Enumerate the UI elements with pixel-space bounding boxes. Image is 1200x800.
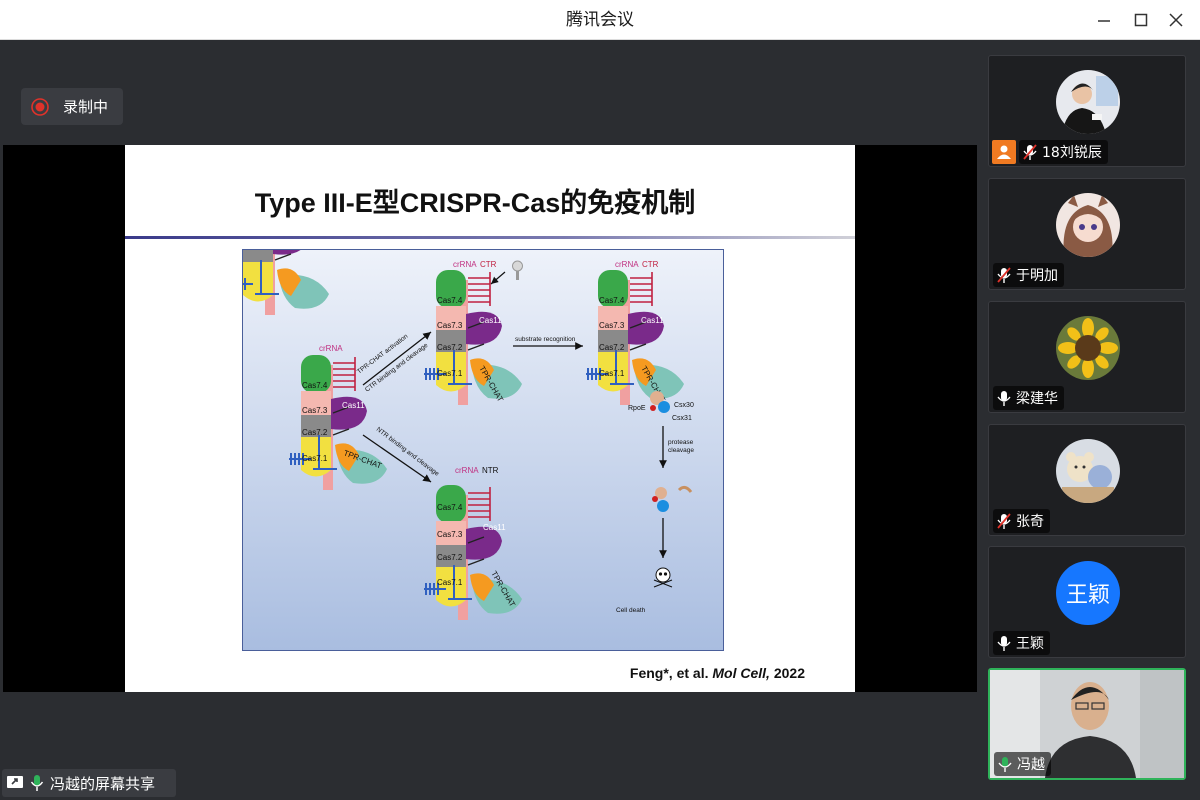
participant-name: 于明加 bbox=[1016, 268, 1058, 284]
participant-name-chip: 王颖 bbox=[993, 631, 1050, 655]
participant-name-chip: 梁建华 bbox=[993, 386, 1064, 410]
slide-divider bbox=[125, 236, 855, 239]
participant-list: 18刘锐辰 于明加 梁建华 张奇 王颖 王颖 冯越 bbox=[980, 40, 1200, 800]
crRNA-label-1: crRNA bbox=[319, 344, 343, 353]
crRNA-label-2: crRNA bbox=[453, 260, 477, 269]
share-screen-icon bbox=[7, 776, 23, 788]
cas71-label-a: Cas7.1 bbox=[302, 454, 328, 463]
mic-on-icon bbox=[30, 775, 44, 791]
csx30-label: Csx30 bbox=[674, 402, 694, 409]
recording-indicator[interactable]: 录制中 bbox=[21, 88, 123, 125]
mic-on-icon bbox=[997, 636, 1011, 651]
sunflower-avatar bbox=[1056, 316, 1120, 380]
participant-tile[interactable]: 王颖 王颖 bbox=[988, 546, 1186, 658]
close-icon bbox=[1169, 13, 1183, 27]
participant-name: 梁建华 bbox=[1016, 391, 1058, 407]
slide-citation: Feng*, et al. Mol Cell, 2022 bbox=[630, 665, 805, 681]
protease-label-1: protease bbox=[668, 439, 694, 446]
participant-name-chip: 冯越 bbox=[994, 752, 1051, 776]
crRNA-label-3: crRNA bbox=[615, 260, 639, 269]
participant-tile-active[interactable]: 冯越 bbox=[988, 668, 1186, 780]
cas72-label-c: Cas7.2 bbox=[599, 343, 625, 352]
share-label: 冯越的屏幕共享 bbox=[50, 774, 156, 793]
maximize-button[interactable] bbox=[1129, 8, 1153, 32]
title-bar: 腾讯会议 bbox=[0, 0, 1200, 40]
substrate-complex: RpoE Csx30 Csx31 bbox=[628, 391, 694, 422]
cas72-label-d: Cas7.2 bbox=[437, 553, 463, 562]
avatar bbox=[1056, 193, 1120, 257]
participant-name-chip: 张奇 bbox=[993, 509, 1050, 533]
participant-name: 冯越 bbox=[1017, 757, 1045, 773]
cas74-label-d: Cas7.4 bbox=[437, 503, 463, 512]
participant-name-chip: 18刘锐辰 bbox=[1019, 140, 1108, 164]
record-icon bbox=[31, 97, 49, 116]
initials-avatar: 王颖 bbox=[1056, 561, 1120, 625]
mic-muted-icon bbox=[1023, 144, 1037, 160]
cas11-label-d: Cas11 bbox=[483, 523, 506, 532]
arrow3-label: substrate recognition bbox=[515, 336, 576, 343]
mechanism-figure: crRNA crRNA CTR crRNA CTR crRNA NTR Cas7… bbox=[242, 249, 724, 651]
minimize-button[interactable] bbox=[1092, 8, 1116, 32]
anime-girl-avatar bbox=[1056, 193, 1120, 257]
cas72-label-a: Cas7.2 bbox=[302, 428, 328, 437]
participant-name: 张奇 bbox=[1016, 514, 1044, 530]
rpoe-label: RpoE bbox=[628, 405, 646, 412]
participant-tile[interactable]: 于明加 bbox=[988, 178, 1186, 290]
cas73-label-c: Cas7.3 bbox=[599, 321, 625, 330]
citation-year: 2022 bbox=[769, 665, 805, 681]
participant-name-chip: 于明加 bbox=[993, 263, 1064, 287]
cas71-label-b: Cas7.1 bbox=[437, 369, 463, 378]
close-button[interactable] bbox=[1164, 8, 1188, 32]
slide-title: Type III-E型CRISPR-Cas的免疫机制 bbox=[254, 188, 696, 218]
cas73-label-d: Cas7.3 bbox=[437, 530, 463, 539]
cas71-label-d: Cas7.1 bbox=[437, 578, 463, 587]
maximize-icon bbox=[1134, 13, 1148, 27]
participant-tile[interactable]: 梁建华 bbox=[988, 301, 1186, 413]
mic-speaking-icon bbox=[998, 757, 1012, 772]
cell-death-label: Cell death bbox=[616, 607, 646, 614]
plush-toys-avatar bbox=[1056, 439, 1120, 503]
skull-icon bbox=[653, 567, 673, 588]
cas11-label-b: Cas11 bbox=[479, 316, 502, 325]
main-stage: 录制中 Type III-E型CRISPR-Cas的免疫机制 crRNA crR… bbox=[3, 40, 977, 797]
avatar bbox=[1056, 316, 1120, 380]
mic-muted-icon bbox=[997, 267, 1011, 283]
cas74-label-a: Cas7.4 bbox=[302, 381, 328, 390]
shared-slide: Type III-E型CRISPR-Cas的免疫机制 crRNA crRNA C… bbox=[125, 145, 855, 692]
cas74-label-c: Cas7.4 bbox=[599, 296, 625, 305]
cas71-label-c: Cas7.1 bbox=[599, 369, 625, 378]
avatar bbox=[1056, 70, 1120, 134]
screen-share-indicator[interactable]: 冯越的屏幕共享 bbox=[2, 769, 176, 797]
csx31-label: Csx31 bbox=[672, 415, 692, 422]
recording-label: 录制中 bbox=[63, 98, 109, 116]
participant-tile[interactable]: 18刘锐辰 bbox=[988, 55, 1186, 167]
citation-authors: Feng*, et al. bbox=[629, 665, 713, 681]
figure-diagram: crRNA crRNA CTR crRNA CTR crRNA NTR Cas7… bbox=[243, 250, 694, 621]
window-title: 腾讯会议 bbox=[566, 10, 634, 30]
participant-tile[interactable]: 张奇 bbox=[988, 424, 1186, 536]
avatar bbox=[1056, 439, 1120, 503]
cleaved-substrate bbox=[652, 485, 693, 512]
cas72-label-b: Cas7.2 bbox=[437, 343, 463, 352]
participant-name: 王颖 bbox=[1016, 636, 1044, 652]
cas11-label-c: Cas11 bbox=[641, 316, 664, 325]
host-badge bbox=[992, 140, 1016, 164]
host-person-icon bbox=[997, 145, 1011, 159]
person-photo-avatar bbox=[1056, 70, 1120, 134]
ctr-label-2: CTR bbox=[642, 260, 659, 269]
mic-muted-icon bbox=[997, 513, 1011, 529]
cas74-label-b: Cas7.4 bbox=[437, 296, 463, 305]
minimize-icon bbox=[1098, 20, 1110, 22]
cas73-label-a: Cas7.3 bbox=[302, 406, 328, 415]
ntr-label: NTR bbox=[482, 466, 499, 475]
participant-name: 18刘锐辰 bbox=[1042, 145, 1102, 161]
mic-on-icon bbox=[997, 391, 1011, 406]
arrow1-label-b: CTR binding and cleavage bbox=[364, 342, 430, 394]
cas73-label-b: Cas7.3 bbox=[437, 321, 463, 330]
ctr-label-1: CTR bbox=[480, 260, 497, 269]
protease-label-2: cleavage bbox=[668, 447, 694, 454]
cas11-label-a: Cas11 bbox=[342, 401, 365, 410]
citation-journal: Mol Cell, bbox=[712, 665, 770, 681]
crRNA-label-4: crRNA bbox=[455, 466, 479, 475]
